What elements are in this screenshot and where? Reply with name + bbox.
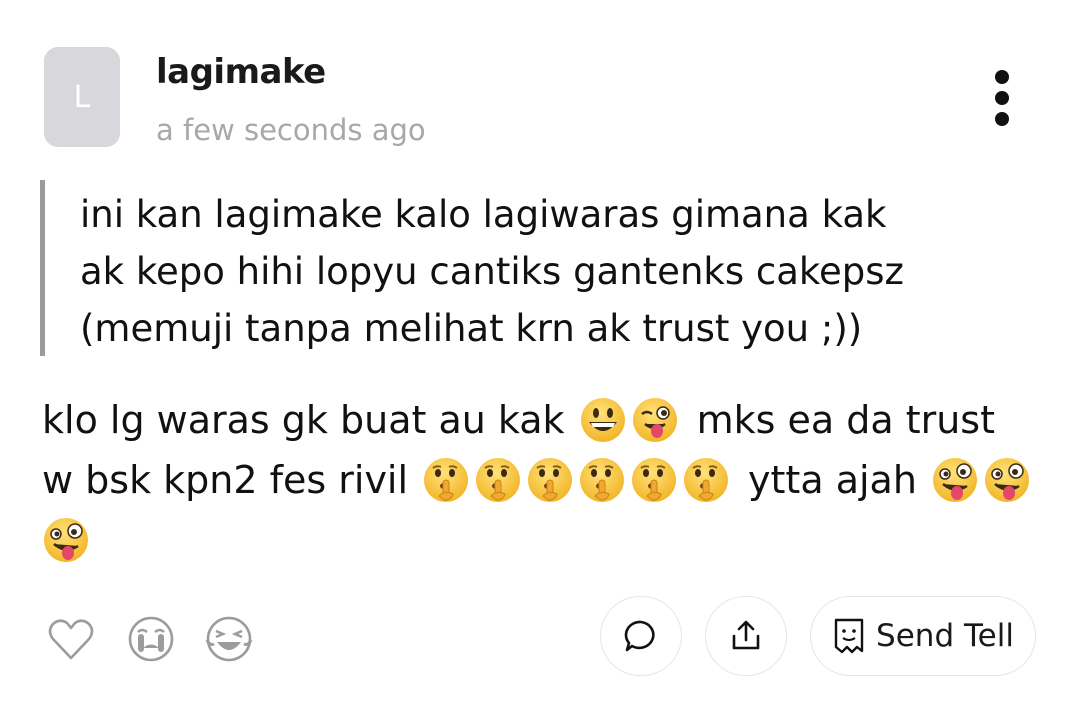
- shushing-face-emoji: [630, 456, 678, 504]
- timestamp: a few seconds ago: [156, 113, 426, 147]
- message-line: klo lg waras gk buat au kak mks ea da tr…: [42, 390, 1062, 450]
- send-tell-label: Send Tell: [876, 618, 1014, 654]
- crying-face-icon[interactable]: [126, 614, 176, 664]
- tell-note-icon: [834, 618, 864, 654]
- shushing-face-emoji: [474, 456, 522, 504]
- message-line: [42, 510, 1062, 570]
- winking-tongue-emoji: [631, 396, 679, 444]
- message-text: w bsk kpn2 fes rivil: [42, 458, 409, 502]
- quote-bar: [40, 180, 45, 356]
- quote-line: (memuji tanpa melihat krn ak trust you ;…: [80, 307, 863, 350]
- shushing-face-emoji: [682, 456, 730, 504]
- zany-face-emoji: [42, 516, 90, 564]
- grinning-face-emoji: [579, 396, 627, 444]
- quote-line: ak kepo hihi lopyu cantiks gantenks cake…: [80, 250, 904, 293]
- zany-face-emoji: [931, 456, 979, 504]
- heart-outline-icon[interactable]: [46, 614, 96, 664]
- avatar-initial: L: [73, 79, 91, 115]
- message-line: w bsk kpn2 fes rivil ytta ajah: [42, 450, 1062, 510]
- message-text: klo lg waras gk buat au kak: [42, 398, 565, 442]
- shushing-face-emoji: [578, 456, 626, 504]
- comment-bubble-icon: [624, 620, 655, 652]
- message-text: mks ea da trust: [696, 398, 995, 442]
- more-vertical-icon[interactable]: [984, 66, 1020, 130]
- quoted-question: ini kan lagimake kalo lagiwaras gimana k…: [80, 186, 1040, 357]
- comment-button[interactable]: [600, 596, 682, 676]
- zany-face-emoji: [983, 456, 1031, 504]
- shushing-face-emoji: [422, 456, 470, 504]
- message-text: ytta ajah: [748, 458, 917, 502]
- quote-line: ini kan lagimake kalo lagiwaras gimana k…: [80, 193, 887, 236]
- avatar[interactable]: L: [44, 47, 120, 147]
- share-button[interactable]: [705, 596, 787, 676]
- shushing-face-emoji: [526, 456, 574, 504]
- username[interactable]: lagimake: [156, 52, 326, 92]
- share-upload-icon: [732, 620, 760, 650]
- laughing-face-icon[interactable]: [204, 614, 254, 664]
- send-tell-button[interactable]: Send Tell: [810, 596, 1036, 676]
- reply-message: klo lg waras gk buat au kak mks ea da tr…: [42, 390, 1062, 570]
